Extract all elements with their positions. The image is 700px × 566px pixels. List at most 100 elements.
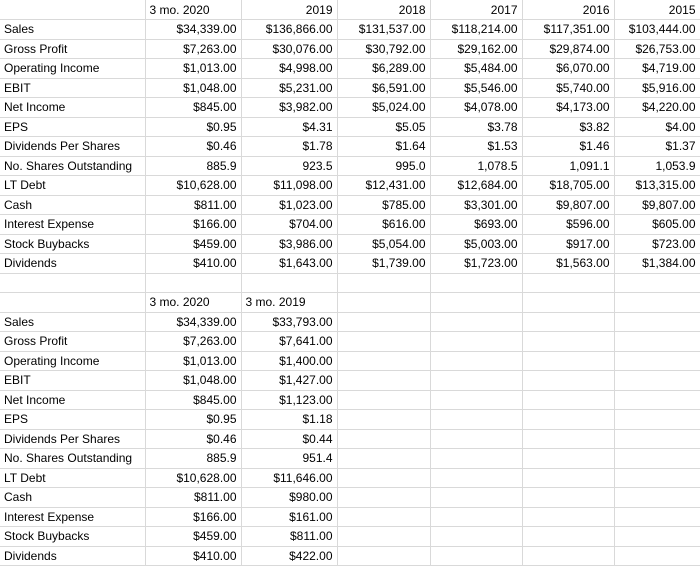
data-cell[interactable] <box>337 409 431 430</box>
data-cell[interactable]: $7,263.00 <box>145 39 242 59</box>
data-cell[interactable]: 1,091.1 <box>522 156 615 176</box>
data-cell[interactable]: $0.46 <box>145 429 242 449</box>
data-cell[interactable] <box>337 546 431 566</box>
table-two-column-header[interactable]: 3 mo. 2019 <box>241 292 338 313</box>
data-cell[interactable]: $605.00 <box>614 214 700 235</box>
data-cell[interactable]: $1,400.00 <box>241 351 338 371</box>
data-cell[interactable]: 1,053.9 <box>614 156 700 176</box>
data-cell[interactable]: $5.05 <box>337 117 431 137</box>
data-cell[interactable]: $1,013.00 <box>145 351 242 371</box>
data-cell[interactable]: $5,054.00 <box>337 234 431 254</box>
data-cell[interactable] <box>522 526 615 547</box>
row-label-cell[interactable]: Dividends <box>0 546 146 566</box>
data-cell[interactable] <box>337 507 431 527</box>
data-cell[interactable]: $34,339.00 <box>145 312 242 332</box>
data-cell[interactable]: $1.78 <box>241 136 338 157</box>
table-two-column-header[interactable] <box>522 292 615 313</box>
data-cell[interactable]: $12,431.00 <box>337 175 431 196</box>
data-cell[interactable]: $1.53 <box>430 136 523 157</box>
data-cell[interactable] <box>337 312 431 332</box>
data-cell[interactable] <box>337 429 431 449</box>
table-two-column-header[interactable]: 3 mo. 2020 <box>145 292 242 313</box>
data-cell[interactable] <box>614 507 700 527</box>
data-cell[interactable]: $1,739.00 <box>337 253 431 274</box>
data-cell[interactable] <box>614 526 700 547</box>
spacer-cell[interactable] <box>145 273 242 293</box>
data-cell[interactable]: $26,753.00 <box>614 39 700 59</box>
data-cell[interactable]: $7,263.00 <box>145 331 242 352</box>
row-label-cell[interactable]: Interest Expense <box>0 214 146 235</box>
data-cell[interactable]: $4.00 <box>614 117 700 137</box>
data-cell[interactable] <box>522 390 615 410</box>
data-cell[interactable]: $7,641.00 <box>241 331 338 352</box>
data-cell[interactable]: $5,740.00 <box>522 78 615 98</box>
table-two-column-header[interactable] <box>430 292 523 313</box>
data-cell[interactable]: $917.00 <box>522 234 615 254</box>
row-label-cell[interactable]: Stock Buybacks <box>0 234 146 254</box>
data-cell[interactable]: $811.00 <box>145 195 242 215</box>
data-cell[interactable] <box>430 448 523 469</box>
data-cell[interactable]: $34,339.00 <box>145 19 242 40</box>
row-label-cell[interactable]: Stock Buybacks <box>0 526 146 547</box>
data-cell[interactable]: $4,078.00 <box>430 97 523 118</box>
data-cell[interactable]: $9,807.00 <box>614 195 700 215</box>
data-cell[interactable] <box>337 370 431 391</box>
data-cell[interactable]: $3,301.00 <box>430 195 523 215</box>
data-cell[interactable] <box>522 448 615 469</box>
row-label-cell[interactable]: LT Debt <box>0 175 146 196</box>
data-cell[interactable]: $1,643.00 <box>241 253 338 274</box>
data-cell[interactable]: $3.82 <box>522 117 615 137</box>
data-cell[interactable] <box>337 487 431 508</box>
data-cell[interactable] <box>522 331 615 352</box>
row-label-cell[interactable]: No. Shares Outstanding <box>0 448 146 469</box>
row-label-cell[interactable]: Cash <box>0 195 146 215</box>
data-cell[interactable]: $811.00 <box>145 487 242 508</box>
data-cell[interactable] <box>522 546 615 566</box>
data-cell[interactable]: $18,705.00 <box>522 175 615 196</box>
data-cell[interactable]: $4,719.00 <box>614 58 700 79</box>
data-cell[interactable]: $459.00 <box>145 234 242 254</box>
data-cell[interactable]: $459.00 <box>145 526 242 547</box>
data-cell[interactable]: $13,315.00 <box>614 175 700 196</box>
data-cell[interactable]: $3.78 <box>430 117 523 137</box>
table-one-column-header[interactable]: 2018 <box>337 0 431 20</box>
table-one-column-header[interactable]: 2015 <box>614 0 700 20</box>
data-cell[interactable] <box>614 487 700 508</box>
table-one-column-header[interactable]: 2019 <box>241 0 338 20</box>
data-cell[interactable]: 1,078.5 <box>430 156 523 176</box>
data-cell[interactable]: $811.00 <box>241 526 338 547</box>
spacer-cell[interactable] <box>614 273 700 293</box>
data-cell[interactable]: $723.00 <box>614 234 700 254</box>
data-cell[interactable]: $1,563.00 <box>522 253 615 274</box>
spacer-cell[interactable] <box>0 273 146 293</box>
data-cell[interactable] <box>430 487 523 508</box>
data-cell[interactable]: $30,792.00 <box>337 39 431 59</box>
data-cell[interactable]: $596.00 <box>522 214 615 235</box>
data-cell[interactable] <box>522 370 615 391</box>
data-cell[interactable]: $704.00 <box>241 214 338 235</box>
data-cell[interactable]: $410.00 <box>145 253 242 274</box>
data-cell[interactable]: $166.00 <box>145 507 242 527</box>
data-cell[interactable]: $5,024.00 <box>337 97 431 118</box>
data-cell[interactable]: $30,076.00 <box>241 39 338 59</box>
row-label-cell[interactable]: Sales <box>0 19 146 40</box>
data-cell[interactable]: $1.64 <box>337 136 431 157</box>
data-cell[interactable]: $117,351.00 <box>522 19 615 40</box>
data-cell[interactable]: $103,444.00 <box>614 19 700 40</box>
data-cell[interactable]: $1,723.00 <box>430 253 523 274</box>
data-cell[interactable] <box>614 370 700 391</box>
data-cell[interactable]: $1.46 <box>522 136 615 157</box>
data-cell[interactable] <box>522 507 615 527</box>
data-cell[interactable] <box>430 390 523 410</box>
row-label-cell[interactable]: Gross Profit <box>0 39 146 59</box>
data-cell[interactable] <box>430 526 523 547</box>
row-label-cell[interactable]: EBIT <box>0 78 146 98</box>
data-cell[interactable]: $1,013.00 <box>145 58 242 79</box>
data-cell[interactable]: $410.00 <box>145 546 242 566</box>
row-label-cell[interactable]: Dividends <box>0 253 146 274</box>
data-cell[interactable]: $980.00 <box>241 487 338 508</box>
data-cell[interactable] <box>522 409 615 430</box>
data-cell[interactable]: $422.00 <box>241 546 338 566</box>
data-cell[interactable]: $845.00 <box>145 390 242 410</box>
data-cell[interactable]: $29,874.00 <box>522 39 615 59</box>
